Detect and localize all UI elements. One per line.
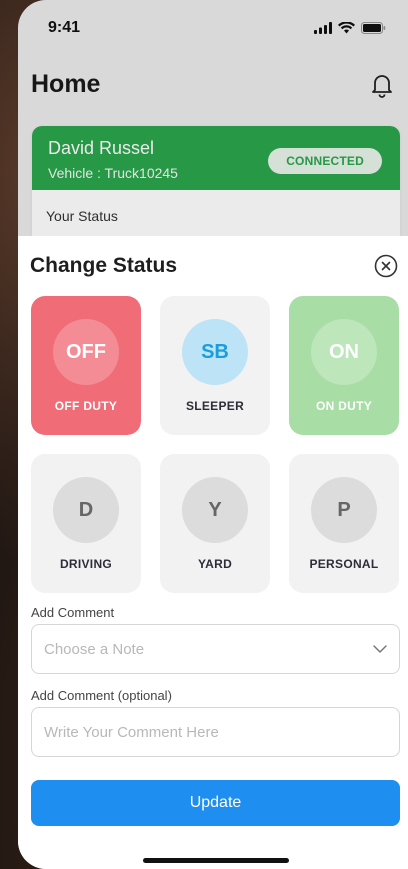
status-code: P [311,477,377,543]
home-indicator [143,858,289,863]
sheet-title: Change Status [30,254,178,277]
status-code: D [53,477,119,543]
change-status-sheet: Change Status OFF OFF DUTY SB SLEEPER ON… [18,236,408,869]
phone-screen: 9:41 Home David Russel Vehicle: Truck10… [18,0,408,869]
status-option-yard[interactable]: Y YARD [160,454,270,593]
note-select-placeholder: Choose a Note [44,640,145,658]
update-button[interactable]: Update [31,780,400,826]
status-option-personal[interactable]: P PERSONAL [289,454,399,593]
status-option-off-duty[interactable]: OFF OFF DUTY [31,296,141,435]
status-label: DRIVING [59,557,113,571]
sheet-header: Change Status [30,254,398,278]
status-label: PERSONAL [309,557,379,571]
chevron-down-icon [373,645,387,653]
status-label: OFF DUTY [54,399,118,413]
status-options: OFF OFF DUTY SB SLEEPER ON ON DUTY D DRI… [31,296,401,593]
status-option-driving[interactable]: D DRIVING [31,454,141,593]
status-code: ON [311,319,377,385]
status-label: SLEEPER [185,399,245,413]
status-code: OFF [53,319,119,385]
status-option-sleeper[interactable]: SB SLEEPER [160,296,270,435]
comment-field-wrapper [31,707,400,757]
status-code: SB [182,319,248,385]
status-option-on-duty[interactable]: ON ON DUTY [289,296,399,435]
note-select[interactable]: Choose a Note [31,624,400,674]
close-icon[interactable] [374,254,398,278]
status-label: YARD [197,557,233,571]
status-code: Y [182,477,248,543]
optional-comment-label: Add Comment (optional) [31,688,172,703]
comment-input[interactable] [44,723,387,741]
status-label: ON DUTY [315,399,373,413]
add-comment-label: Add Comment [31,605,115,620]
